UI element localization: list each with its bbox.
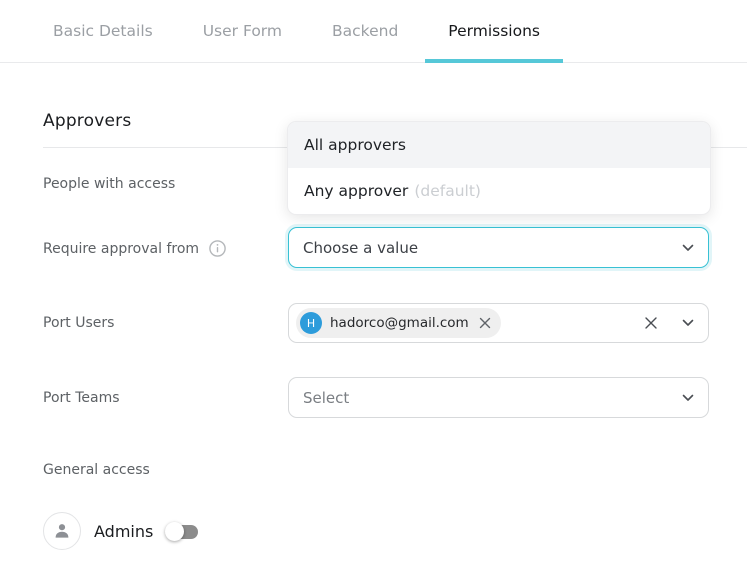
general-access-label: General access xyxy=(43,462,150,478)
admins-access-row: Admins xyxy=(43,512,198,550)
approvers-dropdown-menu: All approvers Any approver (default) xyxy=(287,121,711,215)
tab-backend-label: Backend xyxy=(332,22,398,40)
require-approval-select-value: Choose a value xyxy=(303,239,682,257)
admins-label: Admins xyxy=(94,522,153,541)
port-user-chip-email: hadorco@gmail.com xyxy=(330,315,469,331)
port-teams-label: Port Teams xyxy=(43,390,120,406)
port-users-multiselect[interactable]: H hadorco@gmail.com xyxy=(288,303,709,343)
tab-basic-details-label: Basic Details xyxy=(53,22,153,40)
require-approval-label: Require approval from xyxy=(43,241,199,257)
port-teams-select-placeholder: Select xyxy=(303,389,682,407)
section-heading-approvers: Approvers xyxy=(43,111,131,131)
permissions-page: Basic Details User Form Backend Permissi… xyxy=(0,0,747,577)
chevron-down-icon[interactable] xyxy=(682,394,694,402)
tab-basic-details[interactable]: Basic Details xyxy=(30,0,176,63)
port-users-label: Port Users xyxy=(43,315,114,331)
tab-permissions[interactable]: Permissions xyxy=(425,0,563,63)
menu-option-any-approver[interactable]: Any approver (default) xyxy=(288,168,710,214)
tab-bar: Basic Details User Form Backend Permissi… xyxy=(0,0,747,63)
menu-option-all-approvers-label: All approvers xyxy=(304,136,406,154)
menu-option-default-suffix: (default) xyxy=(414,182,481,200)
people-with-access-label: People with access xyxy=(43,176,175,192)
menu-option-all-approvers[interactable]: All approvers xyxy=(288,122,710,168)
tab-user-form-label: User Form xyxy=(203,22,282,40)
menu-option-any-approver-label: Any approver xyxy=(304,182,408,200)
require-approval-select[interactable]: Choose a value xyxy=(288,227,709,268)
tab-permissions-label: Permissions xyxy=(448,22,540,40)
person-icon xyxy=(43,512,81,550)
chevron-down-icon[interactable] xyxy=(682,319,694,327)
require-approval-label-row: Require approval from xyxy=(43,240,226,257)
toggle-knob xyxy=(165,522,184,541)
active-tab-underline xyxy=(425,59,563,63)
clear-x-icon[interactable] xyxy=(644,316,658,330)
tab-backend[interactable]: Backend xyxy=(309,0,421,63)
port-teams-select[interactable]: Select xyxy=(288,377,709,418)
chevron-down-icon[interactable] xyxy=(682,244,694,252)
user-avatar: H xyxy=(300,312,322,334)
tab-user-form[interactable]: User Form xyxy=(180,0,305,63)
admins-toggle[interactable] xyxy=(165,522,198,541)
info-circle-icon[interactable] xyxy=(209,240,226,257)
port-user-chip[interactable]: H hadorco@gmail.com xyxy=(296,308,501,338)
chip-close-x-icon[interactable] xyxy=(479,317,491,329)
